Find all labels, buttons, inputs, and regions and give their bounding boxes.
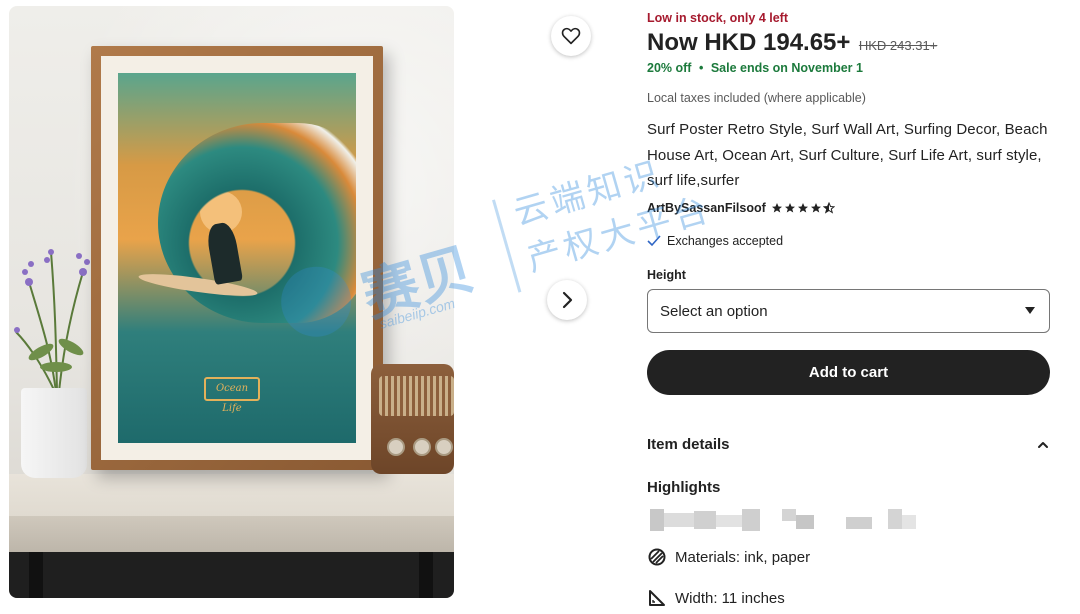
plant-illustration	[14, 249, 90, 392]
materials-icon	[648, 548, 666, 566]
blur-block	[888, 509, 902, 529]
poster-frame: Ocean Life	[91, 46, 383, 470]
original-price: HKD 243.31+	[858, 38, 938, 53]
price-row: Now HKD 194.65+ HKD 243.31+	[647, 29, 937, 57]
taxes-note: Local taxes included (where applicable)	[647, 91, 866, 105]
blur-block	[742, 509, 760, 531]
materials-label: Materials: ink, paper	[675, 548, 811, 566]
width-row: Width: 11 inches	[647, 588, 785, 608]
watermark-slogan-2: 产权大平台	[522, 189, 717, 280]
poster-artwork: Ocean Life	[118, 73, 356, 443]
seller-row: ArtBySassanFilsoof	[647, 201, 835, 215]
pixelated-highlight	[650, 507, 930, 533]
art-badge: Ocean Life	[204, 377, 260, 414]
blur-block	[650, 509, 664, 531]
height-select[interactable]: Select an option	[647, 289, 1050, 333]
stock-notice: Low in stock, only 4 left	[647, 11, 788, 25]
rating-stars[interactable]	[771, 202, 835, 214]
item-details-toggle[interactable]: Item details	[647, 436, 1050, 453]
star-icon	[810, 203, 821, 213]
plant-pot	[21, 388, 87, 478]
blur-block	[796, 515, 814, 529]
ruler-icon	[649, 590, 665, 606]
add-to-cart-button[interactable]: Add to cart	[647, 350, 1050, 395]
check-icon	[647, 235, 661, 247]
current-price: Now HKD 194.65+	[647, 29, 851, 56]
chevron-right-icon	[562, 291, 573, 309]
chevron-up-icon	[1038, 441, 1048, 448]
discount-label: 20% off	[647, 61, 692, 75]
product-title: Surf Poster Retro Style, Surf Wall Art, …	[647, 121, 1048, 189]
item-details-title: Item details	[647, 436, 730, 453]
next-image-button[interactable]	[547, 280, 587, 320]
blur-block	[902, 515, 916, 529]
star-icon	[771, 203, 782, 213]
materials-row: Materials: ink, paper	[647, 547, 810, 567]
sale-ends-label: Sale ends on November 1	[710, 61, 863, 75]
star-icon	[784, 203, 795, 213]
shelf-edge	[9, 516, 454, 552]
blur-block	[716, 515, 742, 527]
caret-down-icon	[1025, 307, 1035, 314]
exchanges-label: Exchanges accepted	[667, 234, 784, 248]
height-select-value: Select an option	[660, 302, 768, 320]
radio-dial	[413, 438, 431, 456]
table-leg	[419, 552, 433, 598]
radio-grille	[379, 376, 454, 416]
table-leg	[29, 552, 43, 598]
blur-block	[782, 509, 796, 521]
height-label: Height	[647, 268, 686, 282]
favorite-button[interactable]	[551, 16, 591, 56]
blur-block	[846, 517, 872, 529]
watermark-divider	[492, 199, 522, 293]
star-icon	[797, 203, 808, 213]
watermark-slogan-1: 云端知识	[509, 153, 667, 234]
product-image[interactable]: Ocean Life	[9, 6, 454, 598]
sale-separator: •	[698, 61, 704, 75]
seller-link[interactable]: ArtBySassanFilsoof	[647, 201, 766, 215]
sale-info: 20% off • Sale ends on November 1	[647, 61, 863, 75]
radio-dial	[387, 438, 405, 456]
blur-block	[694, 511, 716, 529]
vintage-radio	[371, 364, 454, 474]
half-star-icon	[822, 202, 835, 214]
blur-block	[664, 513, 694, 527]
radio-dial	[435, 438, 453, 456]
width-label: Width: 11 inches	[675, 589, 785, 607]
heart-icon	[561, 27, 581, 45]
highlights-title: Highlights	[647, 479, 721, 496]
table-base	[9, 552, 454, 598]
exchanges-row: Exchanges accepted	[647, 234, 783, 248]
